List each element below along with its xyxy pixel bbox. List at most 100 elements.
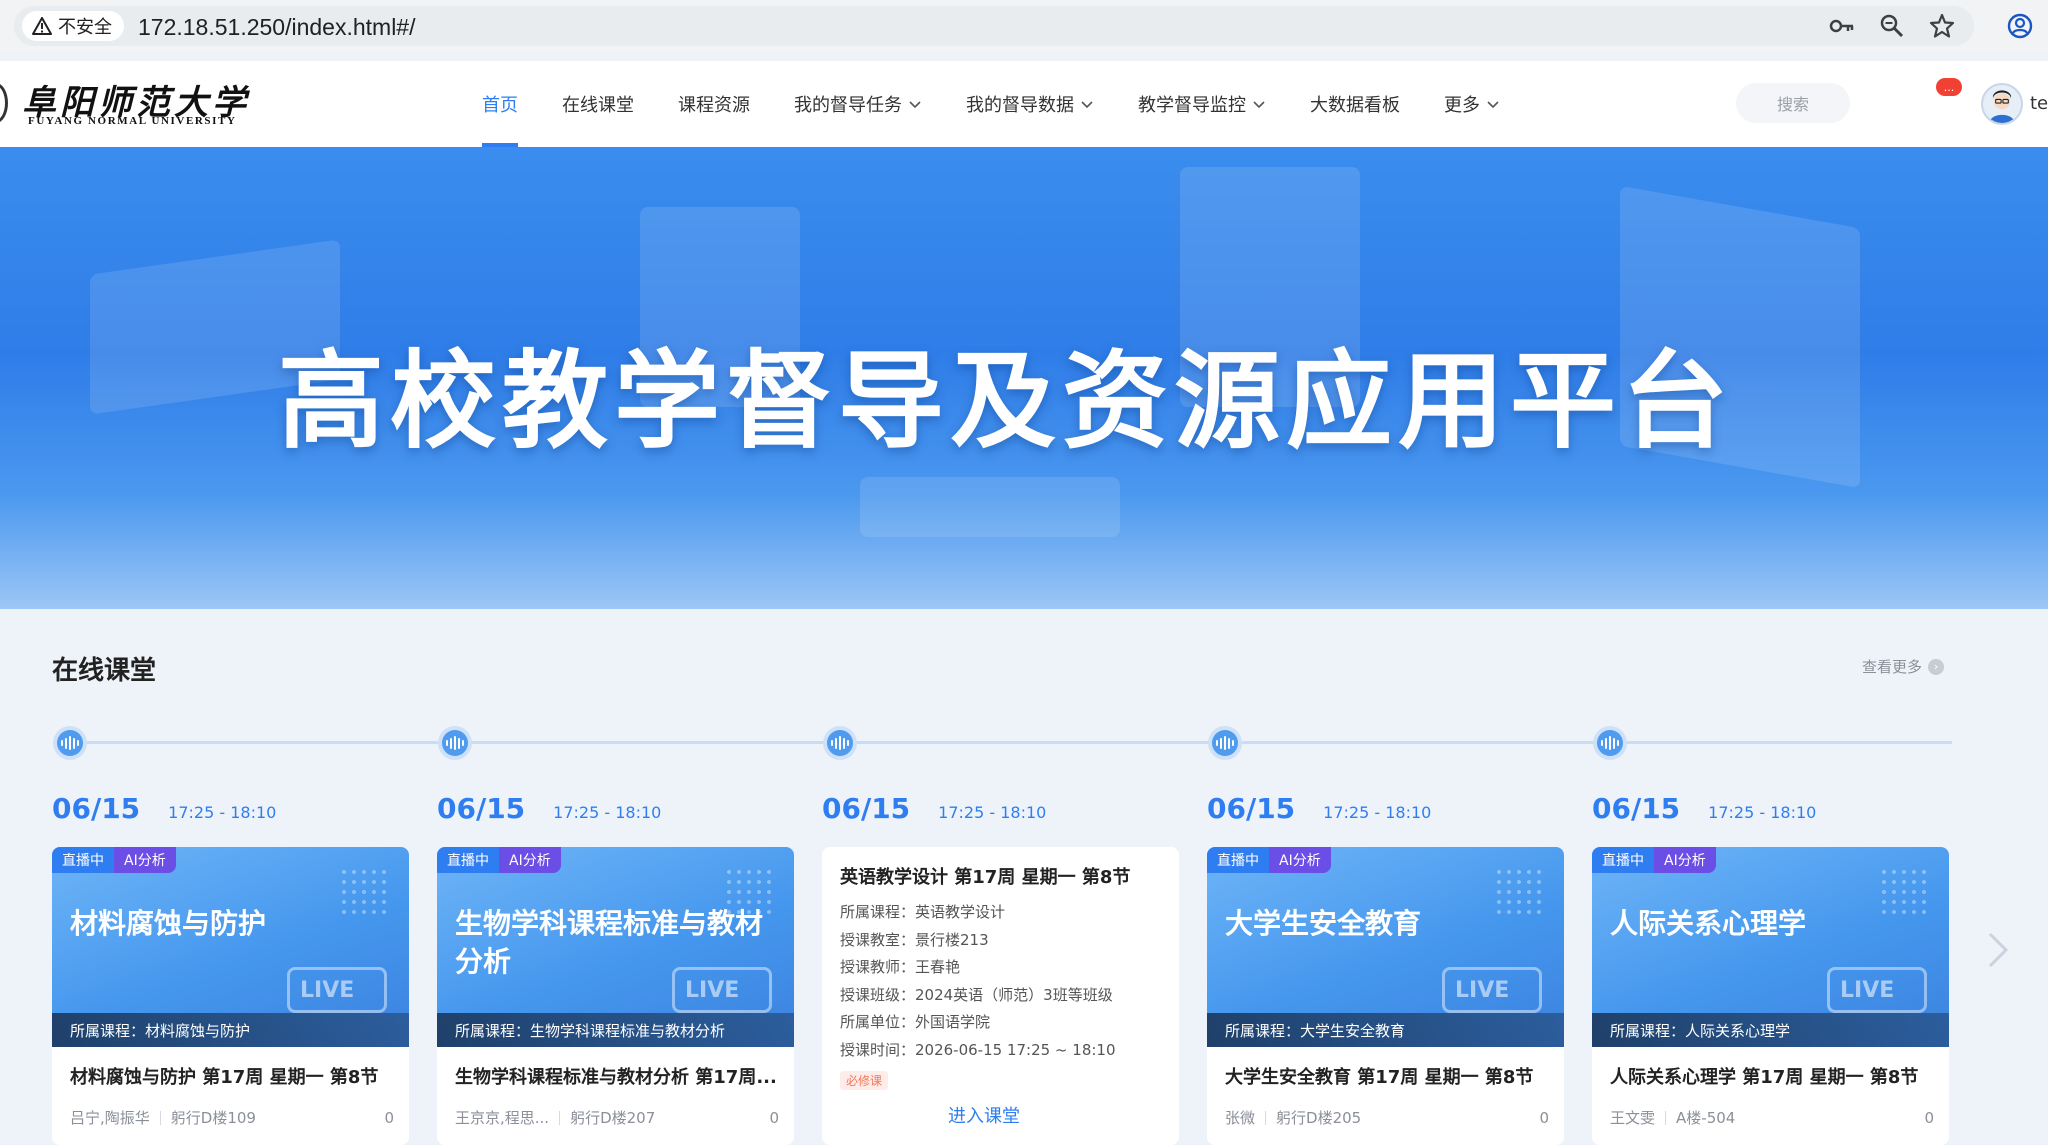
time-range: 17:25 - 18:10: [168, 803, 277, 822]
nav-item-label: 我的督导任务: [794, 95, 902, 116]
avatar[interactable]: [1981, 83, 2023, 125]
class-card[interactable]: 直播中 AI分析大学生安全教育 LIVE 所属课程：大学生安全教育大学生安全教育 第1…: [1207, 847, 1564, 1145]
date-label: 06/15: [52, 792, 141, 825]
logo-emblem: [0, 83, 8, 123]
chevron-down-icon: [1487, 101, 1499, 109]
viewer-count: 0: [1539, 1108, 1549, 1127]
ai-analysis-tag: AI分析: [1269, 847, 1331, 873]
card-cover[interactable]: 直播中 AI分析 材料腐蚀与防护 LIVE 所属课程：材料腐蚀与防护: [52, 847, 409, 1047]
date-label: 06/15: [822, 792, 911, 825]
see-more-label: 查看更多: [1862, 658, 1923, 676]
chevron-down-icon: [909, 101, 921, 109]
live-camera-icon: LIVE: [1827, 967, 1927, 1013]
detail-row: 授课时间：2026-06-15 17:25 ~ 18:10: [840, 1040, 1116, 1059]
card-name[interactable]: 材料腐蚀与防护 第17周 星期一 第8节: [70, 1063, 400, 1089]
cover-title: 人际关系心理学: [1610, 907, 1807, 940]
nav-item-label: 教学督导监控: [1138, 95, 1246, 116]
detail-rows: 所属课程：英语教学设计 授课教室：景行楼213 授课教师：王春艳 授课班级：2024英…: [840, 899, 1116, 1065]
room-name: 躬行D楼109: [170, 1109, 256, 1127]
nav-item-7[interactable]: 更多: [1422, 61, 1522, 147]
chevron-right-icon[interactable]: [1984, 930, 2012, 970]
live-tag: 直播中: [1592, 847, 1654, 873]
teacher-name: 王京京,程思...: [455, 1109, 550, 1127]
teacher-name: 吕宁,陶振华: [70, 1109, 150, 1127]
ai-analysis-tag: AI分析: [1654, 847, 1716, 873]
class-date: 06/15 17:25 - 18:10: [52, 792, 276, 825]
url-text[interactable]: 172.18.51.250/index.html#/: [138, 14, 415, 41]
user-name[interactable]: te: [2030, 93, 2048, 114]
live-camera-icon: LIVE: [672, 967, 772, 1013]
nav-item-2[interactable]: 课程资源: [656, 61, 772, 147]
nav-item-1[interactable]: 在线课堂: [540, 61, 656, 147]
cover-title: 大学生安全教育: [1225, 907, 1422, 940]
live-camera-icon: LIVE: [1442, 967, 1542, 1013]
card-meta: 王文雯 A楼-504 0: [1610, 1107, 1934, 1128]
notification-badge[interactable]: ...: [1936, 78, 1962, 96]
enter-classroom-button[interactable]: 进入课堂: [822, 1102, 1146, 1128]
time-range: 17:25 - 18:10: [553, 803, 662, 822]
detail-title: 英语教学设计 第17周 星期一 第8节: [840, 867, 1131, 888]
detail-row: 所属单位：外国语学院: [840, 1013, 991, 1032]
card-cover[interactable]: 直播中 AI分析 生物学科课程标准与教材分析 LIVE 所属课程：生物学科课程标准与教材…: [437, 847, 794, 1047]
avatar-face-icon: [1989, 90, 2015, 123]
timeline-audio-icon: [53, 726, 87, 760]
card-cover[interactable]: 直播中 AI分析大学生安全教育 LIVE 所属课程：大学生安全教育: [1207, 847, 1564, 1047]
zoom-icon[interactable]: [1878, 12, 1906, 40]
class-date: 06/15 17:25 - 18:10: [437, 792, 661, 825]
security-label: 不安全: [58, 17, 112, 38]
class-date: 06/15 17:25 - 18:10: [1207, 792, 1431, 825]
star-icon[interactable]: [1928, 12, 1956, 40]
nav-item-label: 课程资源: [678, 95, 750, 116]
card-name[interactable]: 大学生安全教育 第17周 星期一 第8节: [1225, 1063, 1555, 1089]
nav-item-5[interactable]: 教学督导监控: [1116, 61, 1288, 147]
nav-item-0[interactable]: 首页: [460, 61, 540, 147]
class-card-detail[interactable]: 英语教学设计 第17周 星期一 第8节所属课程：英语教学设计 授课教室：景行楼21…: [822, 847, 1179, 1145]
nav-item-4[interactable]: 我的督导数据: [944, 61, 1116, 147]
ai-analysis-tag: AI分析: [499, 847, 561, 873]
card-meta: 王京京,程思... 躬行D楼207 0: [455, 1107, 779, 1128]
card-name[interactable]: 生物学科课程标准与教材分析 第17周...: [455, 1063, 785, 1089]
class-card[interactable]: 直播中 AI分析 人际关系心理学 LIVE 所属课程：人际关系心理学 人际关系心理学 第1…: [1592, 847, 1949, 1145]
detail-row: 授课教室：景行楼213: [840, 930, 989, 949]
live-tag: 直播中: [52, 847, 114, 873]
live-camera-icon: LIVE: [287, 967, 387, 1013]
banner-title: 高校教学督导及资源应用平台: [278, 340, 1734, 463]
security-chip[interactable]: 不安全: [22, 11, 124, 41]
nav-item-label: 在线课堂: [562, 95, 634, 116]
nav-item-6[interactable]: 大数据看板: [1288, 61, 1422, 147]
divider: [1665, 1110, 1667, 1125]
warning-triangle-icon: [32, 17, 52, 35]
address-bar[interactable]: 不安全 172.18.51.250/index.html#/: [14, 6, 1974, 46]
date-label: 06/15: [1207, 792, 1296, 825]
nav-menu: 首页 在线课堂 课程资源 我的督导任务 我的督导数据 教学督导监控 大数据看板 更多: [460, 61, 1522, 147]
class-card[interactable]: 直播中 AI分析 材料腐蚀与防护 LIVE 所属课程：材料腐蚀与防护材料腐蚀与防护 第1…: [52, 847, 409, 1145]
card-cover[interactable]: 直播中 AI分析 人际关系心理学 LIVE 所属课程：人际关系心理学: [1592, 847, 1949, 1047]
search-input[interactable]: 搜索: [1736, 83, 1850, 123]
see-more-link[interactable]: 查看更多 ›: [1862, 656, 1945, 677]
nav-item-label: 更多: [1444, 95, 1480, 116]
nav-item-3[interactable]: 我的督导任务: [772, 61, 944, 147]
date-label: 06/15: [437, 792, 526, 825]
timeline-line: [70, 741, 1952, 744]
ai-analysis-tag: AI分析: [114, 847, 176, 873]
required-course-tag: 必修课: [840, 1071, 889, 1090]
university-logo[interactable]: 阜阳师范大学 FUYANG NORMAL UNIVERSITY: [0, 75, 260, 131]
cover-course-label: 所属课程：大学生安全教育: [1207, 1013, 1564, 1047]
class-card[interactable]: 直播中 AI分析 生物学科课程标准与教材分析 LIVE 所属课程：生物学科课程标准与教材…: [437, 847, 794, 1145]
time-range: 17:25 - 18:10: [1708, 803, 1817, 822]
card-name[interactable]: 人际关系心理学 第17周 星期一 第8节: [1610, 1063, 1940, 1089]
divider: [1265, 1110, 1267, 1125]
card-tags: 直播中 AI分析: [52, 847, 176, 873]
viewer-count: 0: [384, 1108, 394, 1127]
cover-course-label: 所属课程：材料腐蚀与防护: [52, 1013, 409, 1047]
divider: [559, 1110, 561, 1125]
card-tags: 直播中 AI分析: [1592, 847, 1716, 873]
chevron-down-icon: [1081, 101, 1093, 109]
card-meta: 吕宁,陶振华 躬行D楼109 0: [70, 1107, 394, 1128]
viewer-count: 0: [1924, 1108, 1934, 1127]
card-tags: 直播中 AI分析: [1207, 847, 1331, 873]
live-tag: 直播中: [437, 847, 499, 873]
viewer-count: 0: [769, 1108, 779, 1127]
account-icon[interactable]: [2006, 12, 2034, 40]
key-icon[interactable]: [1828, 12, 1856, 40]
